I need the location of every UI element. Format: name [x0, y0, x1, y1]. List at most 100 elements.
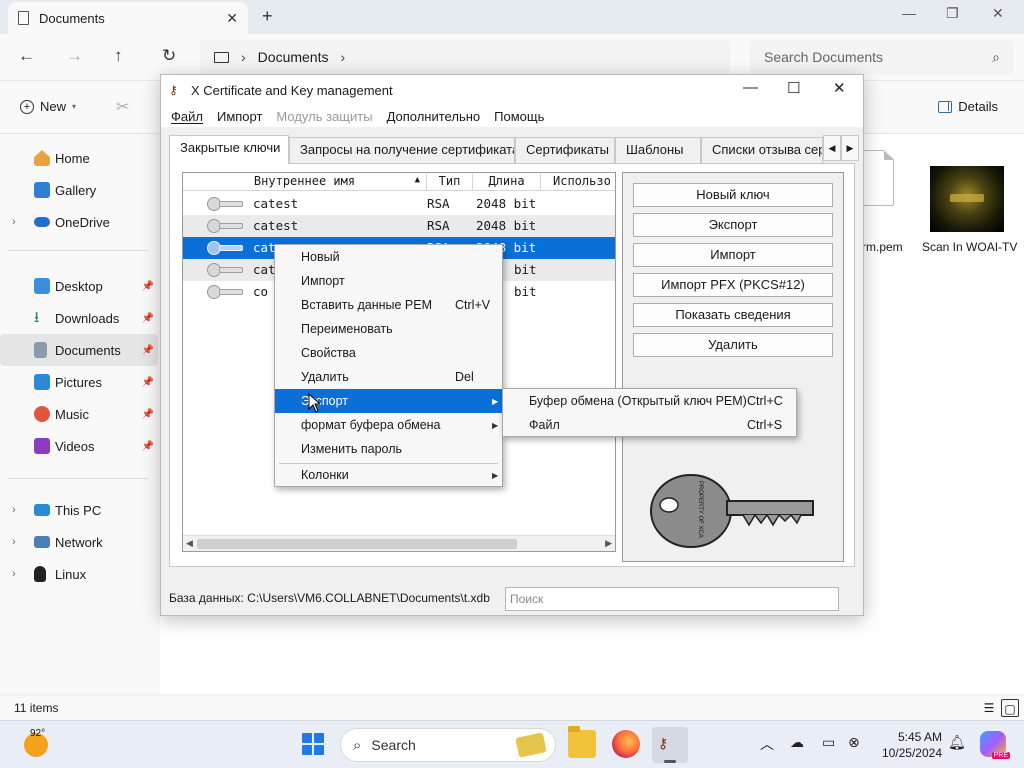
column-header-length[interactable]: Длина [473, 174, 541, 191]
details-button[interactable]: Details [938, 99, 998, 114]
menu-item-properties[interactable]: Свойства [275, 341, 502, 365]
tab-crl[interactable]: Списки отзыва сертис [701, 137, 823, 163]
sidebar-item-thispc[interactable]: › This PC [0, 494, 158, 526]
address-bar[interactable]: › Documents › [200, 40, 730, 74]
menu-extra[interactable]: Дополнительно [387, 109, 481, 124]
new-key-button[interactable]: Новый ключ [633, 183, 833, 207]
chevron-right-icon[interactable]: › [12, 568, 16, 580]
start-button[interactable] [302, 733, 324, 755]
xca-window: ⚷ X Certificate and Key management — ☐ ✕… [160, 74, 864, 616]
minimize-icon[interactable]: — [743, 79, 758, 96]
import-button[interactable]: Импорт [633, 243, 833, 267]
table-row[interactable]: catest RSA 2048 bit [183, 193, 615, 215]
menu-item-rename[interactable]: Переименовать [275, 317, 502, 341]
new-tab-icon[interactable]: + [262, 6, 273, 27]
video-thumbnail[interactable] [930, 166, 1004, 232]
sidebar-item-linux[interactable]: › Linux [0, 558, 158, 590]
export-button[interactable]: Экспорт [633, 213, 833, 237]
xca-search-input[interactable]: Поиск [505, 587, 839, 611]
menu-item-import[interactable]: Импорт [275, 269, 502, 293]
chevron-up-icon[interactable]: ︿ [760, 734, 774, 754]
horizontal-scrollbar[interactable]: ◀ ▶ [183, 535, 615, 551]
chevron-right-icon[interactable]: › [12, 536, 16, 548]
column-header-name[interactable]: Внутреннее имя ▲ [183, 174, 427, 191]
document-icon [18, 11, 29, 25]
network-status-icon[interactable]: ☁ [790, 734, 804, 751]
key-icon [207, 285, 245, 299]
video-file-label[interactable]: Scan In WOAI-TV [922, 240, 1017, 254]
menu-file[interactable]: Файл [171, 109, 203, 124]
pem-file-label[interactable]: rm.pem [862, 240, 903, 254]
sidebar-item-home[interactable]: Home [0, 142, 158, 174]
delete-button[interactable]: Удалить [633, 333, 833, 357]
sidebar-item-videos[interactable]: Videos 📌 [0, 430, 158, 462]
row-name: cat [253, 240, 276, 255]
menu-item-label: Файл [529, 418, 560, 432]
menu-item-delete[interactable]: Удалить Del [275, 365, 502, 389]
menu-item-change-password[interactable]: Изменить пароль [275, 437, 502, 461]
sidebar-item-gallery[interactable]: Gallery [0, 174, 158, 206]
list-view-icon[interactable]: ☰ [980, 699, 998, 717]
scrollbar-thumb[interactable] [197, 539, 517, 549]
menu-security-module[interactable]: Модуль защиты [276, 109, 372, 124]
sidebar-item-music[interactable]: Music 📌 [0, 398, 158, 430]
menu-item-clipboard-format[interactable]: формат буфера обмена ▶ [275, 413, 502, 437]
submenu-item-file[interactable]: Файл Ctrl+S [503, 413, 796, 437]
chevron-right-icon[interactable]: › [12, 504, 16, 516]
tab-scroll-right-icon[interactable]: ▶ [841, 135, 859, 161]
sidebar-item-desktop[interactable]: Desktop 📌 [0, 270, 158, 302]
submenu-item-clipboard-pem[interactable]: Буфер обмена (Открытый ключ PEM) Ctrl+C [503, 389, 796, 413]
restore-icon[interactable]: ❐ [946, 5, 959, 22]
up-arrow-icon[interactable]: ↑ [114, 46, 123, 66]
copilot-icon[interactable]: PRE [980, 731, 1010, 759]
close-window-icon[interactable]: ✕ [833, 79, 846, 97]
chevron-right-icon[interactable]: › [12, 216, 16, 228]
new-button[interactable]: + New ▾ [20, 99, 76, 114]
back-arrow-icon[interactable]: ← [18, 46, 35, 66]
column-header-type[interactable]: Тип [427, 174, 473, 191]
menu-item-columns[interactable]: Колонки ▶ [275, 463, 502, 487]
import-pfx-button[interactable]: Импорт PFX (PKCS#12) [633, 273, 833, 297]
menu-item-new[interactable]: Новый [275, 245, 502, 269]
menu-import[interactable]: Импорт [217, 109, 262, 124]
xca-taskbar-icon[interactable]: ⚷ [652, 727, 688, 763]
clock[interactable]: 5:45 AM 10/25/2024 [872, 729, 942, 761]
minimize-icon[interactable]: — [902, 5, 916, 21]
column-header-usage[interactable]: Использо [541, 174, 615, 191]
sidebar-item-pictures[interactable]: Pictures 📌 [0, 366, 158, 398]
file-explorer-taskbar-icon[interactable] [568, 726, 596, 758]
refresh-icon[interactable]: ↻ [162, 46, 176, 66]
menu-help[interactable]: Помощь [494, 109, 544, 124]
sound-muted-icon[interactable]: ⊗ [848, 734, 860, 751]
table-row[interactable]: catest RSA 2048 bit [183, 215, 615, 237]
maximize-icon[interactable]: ☐ [787, 79, 800, 97]
tiles-view-icon[interactable]: ▢ [1001, 699, 1019, 717]
tab-private-keys[interactable]: Закрытые ключи [169, 135, 289, 164]
pem-file-icon[interactable] [862, 150, 894, 206]
forward-arrow-icon[interactable]: → [66, 46, 83, 66]
scroll-left-icon[interactable]: ◀ [186, 538, 193, 549]
tab-templates[interactable]: Шаблоны [615, 137, 701, 163]
sidebar-item-documents[interactable]: Documents 📌 [0, 334, 158, 366]
menu-item-paste-pem[interactable]: Вставить данные PEM Ctrl+V [275, 293, 502, 317]
tab-certificates[interactable]: Сертификаты [515, 137, 615, 163]
cut-icon[interactable]: ✂ [116, 97, 129, 117]
sidebar-item-onedrive[interactable]: › OneDrive [0, 206, 158, 238]
scroll-right-icon[interactable]: ▶ [605, 538, 612, 549]
tab-scroll-left-icon[interactable]: ◀ [823, 135, 841, 161]
show-details-button[interactable]: Показать сведения [633, 303, 833, 327]
explorer-tab-documents[interactable]: Documents ✕ [8, 2, 248, 34]
sidebar-item-network[interactable]: › Network [0, 526, 158, 558]
firefox-taskbar-icon[interactable] [612, 730, 640, 758]
close-window-icon[interactable]: ✕ [992, 5, 1004, 22]
taskbar-search[interactable]: ⌕ Search [340, 728, 556, 762]
breadcrumb-documents[interactable]: Documents [258, 49, 329, 65]
notification-bell-icon[interactable]: 🔔︎ [948, 734, 966, 751]
key-icon [207, 263, 245, 277]
close-tab-icon[interactable]: ✕ [226, 10, 238, 27]
explorer-search-input[interactable]: Search Documents ⌕ [750, 40, 1014, 74]
weather-widget[interactable]: 92° [22, 728, 54, 761]
sidebar-item-downloads[interactable]: ⭳ Downloads 📌 [0, 302, 158, 334]
display-icon[interactable]: ▭ [822, 734, 835, 751]
tab-requests[interactable]: Запросы на получение сертификата [289, 137, 515, 163]
